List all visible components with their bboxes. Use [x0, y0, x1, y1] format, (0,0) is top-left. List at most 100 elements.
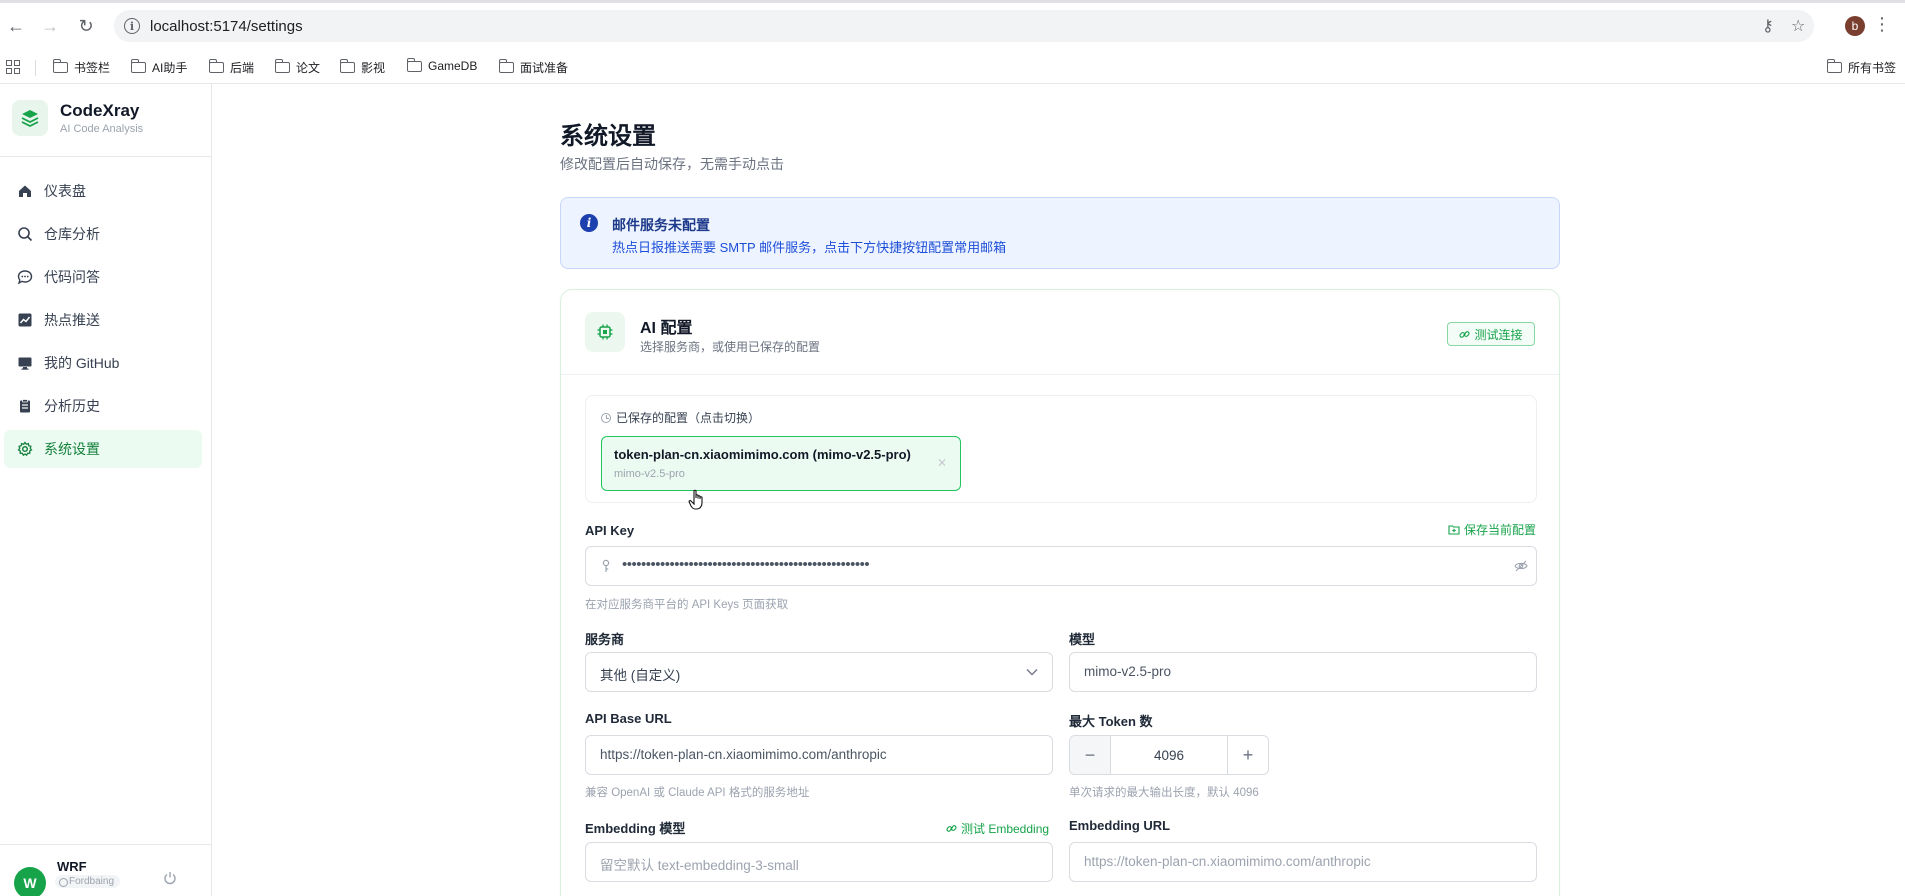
brand-name: CodeXray	[60, 101, 140, 120]
clock-icon	[601, 412, 611, 423]
close-icon[interactable]: ✕	[937, 456, 947, 470]
max-tokens-stepper: − 4096 +	[1069, 735, 1269, 775]
embedding-url-placeholder: https://token-plan-cn.xiaomimimo.com/ant…	[1084, 854, 1371, 869]
trend-icon	[16, 311, 34, 329]
saved-configs: 已保存的配置（点击切换） token-plan-cn.xiaomimimo.co…	[585, 395, 1537, 503]
api-key-hint: 在对应服务商平台的 API Keys 页面获取	[585, 599, 789, 611]
chip-subtitle: mimo-v2.5-pro	[614, 468, 685, 480]
test-embedding-button[interactable]: 测试 Embedding	[946, 820, 1049, 837]
alert-title: 邮件服务未配置	[612, 217, 710, 233]
sidebar-item-hot-push[interactable]: 热点推送	[4, 301, 202, 339]
folder-icon	[1826, 59, 1842, 73]
embedding-url-input[interactable]: https://token-plan-cn.xiaomimimo.com/ant…	[1069, 842, 1537, 882]
link-icon	[946, 825, 957, 832]
card-title: AI 配置	[640, 320, 693, 337]
sidebar-item-my-github[interactable]: 我的 GitHub	[4, 344, 202, 382]
address-bar[interactable]: i localhost:5174/settings ⚷ ☆	[114, 10, 1814, 42]
bookmark-folder[interactable]: GameDB	[406, 57, 477, 73]
folder-plus-icon	[1448, 525, 1460, 535]
test-connection-button[interactable]: 测试连接	[1447, 322, 1535, 346]
max-tokens-hint: 单次请求的最大输出长度，默认 4096	[1069, 787, 1259, 799]
info-icon: i	[580, 214, 598, 232]
provider-select[interactable]: 其他 (自定义)	[585, 652, 1053, 692]
url-text[interactable]: localhost:5174/settings	[150, 18, 303, 35]
ai-config-card: AI 配置 选择服务商，或使用已保存的配置 测试连接 已保存的配置（点击切换） …	[560, 289, 1560, 896]
back-icon[interactable]: ←	[4, 14, 28, 38]
base-url-value: https://token-plan-cn.xiaomimimo.com/ant…	[600, 747, 887, 762]
key-icon[interactable]: ⚷	[1762, 16, 1774, 36]
hand-cursor-icon	[688, 489, 703, 510]
bookmark-folder[interactable]: AI助手	[130, 59, 187, 76]
bookmark-folder[interactable]: 论文	[274, 59, 320, 76]
bookmark-folder[interactable]: 书签栏	[52, 59, 110, 76]
bookmark-folder[interactable]: 影视	[339, 59, 385, 76]
bookmark-folder[interactable]: 后端	[208, 59, 254, 76]
base-url-label: API Base URL	[585, 711, 672, 726]
sidebar: CodeXray AI Code Analysis 仪表盘 仓库分析 代码问答 …	[0, 84, 212, 896]
browser-toolbar: ← → ↻ i localhost:5174/settings ⚷ ☆ b ⋮	[0, 0, 1905, 52]
cpu-icon	[585, 312, 625, 352]
embedding-model-input[interactable]: 留空默认 text-embedding-3-small	[585, 842, 1053, 882]
card-subtitle: 选择服务商，或使用已保存的配置	[640, 340, 821, 354]
key-icon	[602, 559, 610, 572]
sidebar-item-settings[interactable]: 系统设置	[4, 430, 202, 468]
sidebar-item-history[interactable]: 分析历史	[4, 387, 202, 425]
apps-icon[interactable]	[6, 60, 20, 74]
divider	[35, 60, 36, 76]
search-icon	[16, 225, 34, 243]
chip-title: token-plan-cn.xiaomimimo.com (mimo-v2.5-…	[614, 447, 911, 462]
gear-icon	[16, 440, 34, 458]
page-title: 系统设置	[560, 123, 656, 150]
sidebar-item-dashboard[interactable]: 仪表盘	[4, 172, 202, 210]
max-tokens-label: 最大 Token 数	[1069, 714, 1153, 729]
chat-icon	[16, 268, 34, 286]
base-url-hint: 兼容 OpenAI 或 Claude API 格式的服务地址	[585, 787, 810, 799]
menu-icon[interactable]: ⋮	[1873, 14, 1891, 35]
sidebar-item-repo-analysis[interactable]: 仓库分析	[4, 215, 202, 253]
alert-text: 热点日报推送需要 SMTP 邮件服务，点击下方快捷按钮配置常用邮箱	[612, 240, 1007, 255]
all-bookmarks[interactable]: 所有书签	[1826, 59, 1896, 76]
saved-configs-label: 已保存的配置（点击切换）	[601, 409, 760, 426]
divider	[561, 374, 1559, 375]
user-panel: W WRF Fordbaing	[0, 844, 211, 896]
layers-icon	[12, 100, 48, 136]
sidebar-item-code-qa[interactable]: 代码问答	[4, 258, 202, 296]
forward-icon[interactable]: →	[38, 14, 62, 38]
provider-value: 其他 (自定义)	[600, 668, 681, 683]
save-current-config-button[interactable]: 保存当前配置	[1448, 521, 1536, 538]
folder-icon	[130, 59, 146, 73]
increment-button[interactable]: +	[1228, 736, 1268, 774]
reload-icon[interactable]: ↻	[74, 14, 98, 38]
folder-icon	[52, 59, 68, 73]
monitor-icon	[16, 354, 34, 372]
max-tokens-value[interactable]: 4096	[1110, 736, 1228, 774]
site-info-icon[interactable]: i	[124, 18, 140, 34]
clipboard-icon	[16, 397, 34, 415]
eye-off-icon[interactable]	[1514, 560, 1528, 572]
api-key-value: ••••••••••••••••••••••••••••••••••••••••…	[622, 556, 870, 573]
folder-icon	[208, 59, 224, 73]
user-name: WRF	[57, 859, 87, 874]
folder-icon	[498, 59, 514, 73]
star-icon[interactable]: ☆	[1791, 16, 1805, 36]
saved-config-chip[interactable]: token-plan-cn.xiaomimimo.com (mimo-v2.5-…	[601, 436, 961, 491]
base-url-input[interactable]: https://token-plan-cn.xiaomimimo.com/ant…	[585, 735, 1053, 775]
tab-strip	[0, 0, 1905, 3]
bookmark-folder[interactable]: 面试准备	[498, 59, 568, 76]
email-alert: i 邮件服务未配置 热点日报推送需要 SMTP 邮件服务，点击下方快捷按钮配置常…	[560, 197, 1560, 269]
embedding-model-placeholder: 留空默认 text-embedding-3-small	[600, 858, 799, 873]
avatar[interactable]: W	[14, 867, 46, 896]
api-key-field[interactable]: ••••••••••••••••••••••••••••••••••••••••…	[585, 546, 1537, 586]
embedding-url-label: Embedding URL	[1069, 818, 1171, 833]
bookmarks-bar: 书签栏 AI助手 后端 论文 影视 GameDB 面试准备 所有书签	[0, 52, 1905, 84]
brand[interactable]: CodeXray AI Code Analysis	[12, 100, 143, 136]
profile-avatar[interactable]: b	[1845, 16, 1865, 36]
decrement-button[interactable]: −	[1070, 736, 1110, 774]
home-icon	[16, 182, 34, 200]
model-input[interactable]: mimo-v2.5-pro	[1069, 652, 1537, 692]
embedding-model-label: Embedding 模型	[585, 821, 686, 836]
status-badge: Fordbaing	[55, 875, 121, 888]
folder-icon	[339, 59, 355, 73]
power-icon[interactable]	[163, 871, 177, 885]
page-subtitle: 修改配置后自动保存，无需手动点击	[560, 156, 784, 172]
